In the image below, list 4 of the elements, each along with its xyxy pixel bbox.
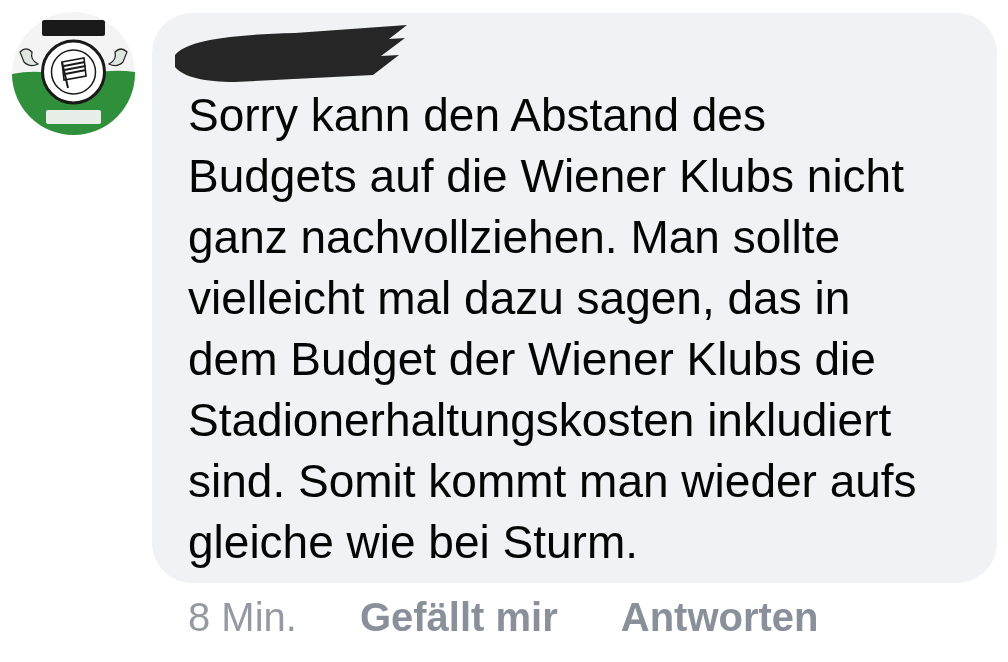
comment-time: 8 Min. [188,594,297,641]
comment-action-link[interactable]: Antworten [620,593,819,641]
comment-action-link[interactable]: Gefällt mir [359,593,558,641]
comment-text: Sorry kann den Abstand des Budgets auf die Wiener Klubs nicht ganz nachvollziehen. Man sollte vielleicht mal dazu sagen, das in dem Budget der Wiener Klubs die Stadionerhaltungskosten inkludiert sind. Somit kommt man wieder aufs gleiche wie bei Sturm. [188,88,918,570]
